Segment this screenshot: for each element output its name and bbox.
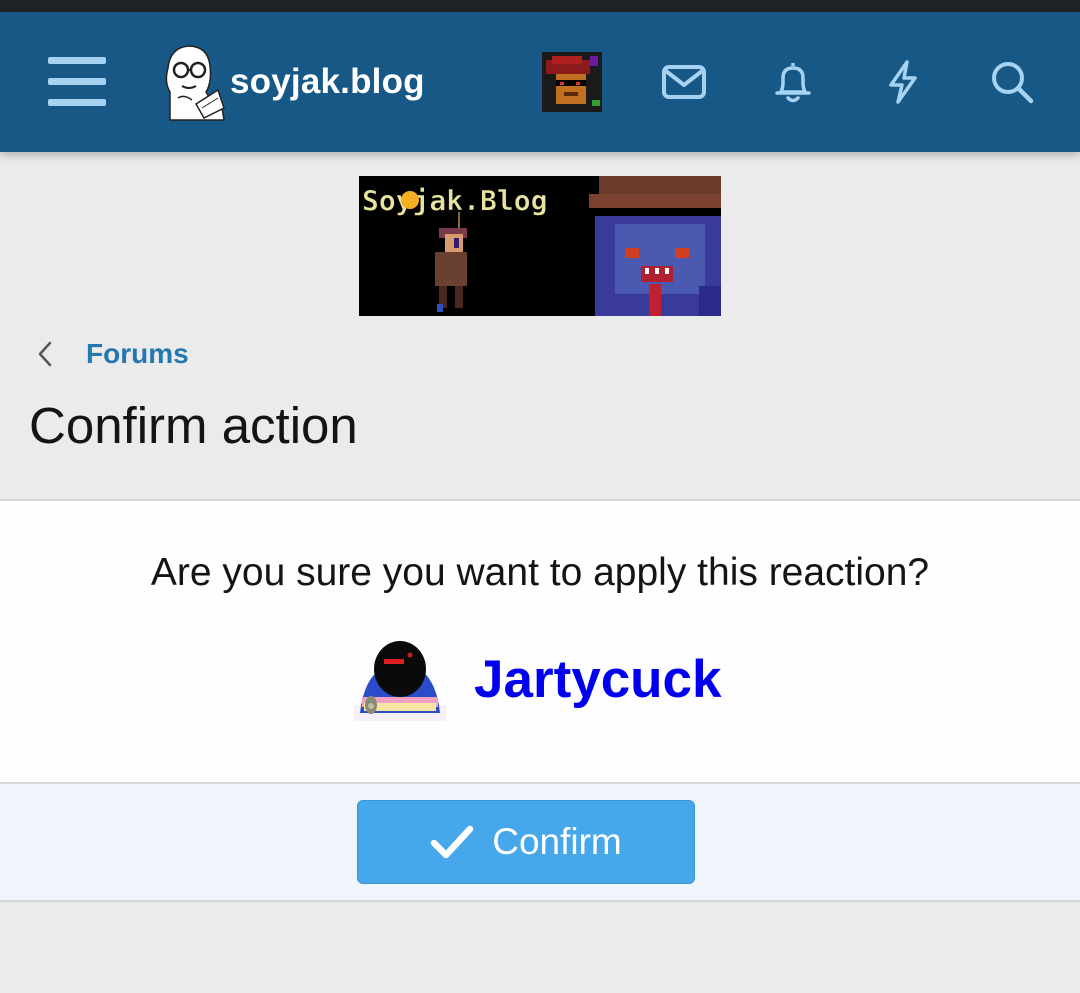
- whats-new-button[interactable]: [874, 54, 932, 110]
- checkmark-icon: [430, 825, 474, 859]
- page-title: Confirm action: [29, 397, 358, 454]
- reaction-image: [354, 641, 446, 721]
- confirm-button-label: Confirm: [492, 821, 622, 862]
- site-logo[interactable]: soyjak.blog: [156, 42, 446, 122]
- breadcrumb[interactable]: Forums: [30, 330, 189, 378]
- confirm-button[interactable]: Confirm: [357, 800, 695, 884]
- logo-icon: [165, 45, 225, 121]
- mail-icon: [662, 65, 706, 99]
- bolt-icon: [889, 60, 917, 104]
- chevron-left-icon: [30, 330, 60, 378]
- search-icon: [992, 62, 1034, 104]
- reaction-item: Jartycuck: [354, 637, 722, 721]
- confirm-question: Are you sure you want to apply this reac…: [150, 551, 930, 594]
- bell-icon: [775, 63, 811, 103]
- breadcrumb-link-forums[interactable]: Forums: [86, 338, 189, 370]
- menu-icon: [48, 57, 106, 106]
- confirm-dialog-body: Are you sure you want to apply this reac…: [0, 499, 1080, 784]
- avatar: [542, 52, 602, 112]
- status-bar: [0, 0, 1080, 12]
- search-button[interactable]: [982, 54, 1042, 110]
- menu-button[interactable]: [40, 48, 114, 116]
- banner-image: Soyjak.Blog: [359, 176, 721, 316]
- site-header: soyjak.blog: [0, 12, 1080, 152]
- confirm-dialog-footer: Confirm: [0, 784, 1080, 902]
- alerts-button[interactable]: [764, 54, 822, 110]
- site-name: soyjak.blog: [230, 62, 425, 101]
- reaction-name[interactable]: Jartycuck: [474, 649, 722, 710]
- user-avatar-button[interactable]: [542, 52, 602, 112]
- site-banner[interactable]: Soyjak.Blog: [359, 176, 721, 316]
- banner-text: Soyjak.Blog: [362, 184, 547, 217]
- inbox-button[interactable]: [654, 56, 714, 108]
